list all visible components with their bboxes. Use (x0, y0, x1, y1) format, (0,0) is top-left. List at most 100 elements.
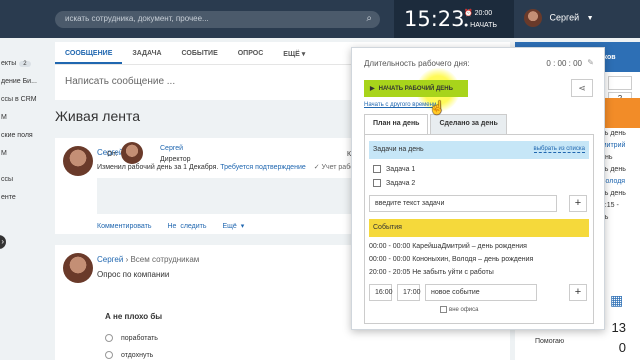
user-menu[interactable]: Сергей ▼ (524, 9, 594, 27)
workday-popup: Длительность рабочего дня: 0 : 00 : 00 ✎… (351, 47, 605, 330)
event-item[interactable]: 00:00 - 00:00 Кононыхин, Володя – день р… (369, 256, 533, 263)
sidebar-item-label: дение Би... (1, 78, 37, 85)
checkbox-icon[interactable] (373, 179, 381, 187)
event-item[interactable]: 00:00 - 00:00 КарейшаДмитрий – день рожд… (369, 243, 527, 250)
comment-link[interactable]: Комментировать (97, 223, 152, 230)
tasks-header: Задачи на день выбрать из списка (369, 141, 589, 159)
post-recipients: › Всем сотрудникам (125, 255, 200, 264)
poll-option-label: отдохнуть (121, 351, 154, 359)
play-icon: ▶ (370, 86, 375, 92)
event-start-time[interactable]: 16:00 (369, 284, 393, 301)
post-author[interactable]: Сергей (97, 255, 123, 264)
poll-option[interactable]: поработать (105, 334, 158, 342)
from-role: Директор (160, 156, 191, 163)
radio-icon[interactable] (105, 334, 113, 342)
stat-label: Помогаю (535, 338, 565, 345)
search-placeholder: искать сотрудника, документ, прочее... (65, 14, 209, 23)
add-event-button[interactable]: + (569, 284, 587, 301)
start-workday-button[interactable]: ▶ НАЧАТЬ РАБОЧИЙ ДЕНЬ (364, 80, 468, 97)
post-subject: Опрос по компании (97, 270, 170, 279)
events-header: События (369, 219, 589, 237)
sidebar-item-label: M (1, 114, 7, 121)
sidebar-item-label: енте (1, 194, 16, 201)
unfollow-link[interactable]: Не следить (167, 223, 206, 230)
page-title: Живая лента (55, 108, 141, 124)
sidebar-item-crm[interactable]: M (0, 114, 48, 132)
avatar (524, 9, 542, 27)
search-input[interactable]: искать сотрудника, документ, прочее... ⌕ (55, 11, 380, 28)
sidebar-item-business[interactable]: дение Би... (0, 78, 48, 96)
left-sidebar: екты 2 дение Би... ссы в CRM M ские поля … (0, 60, 48, 212)
poll-question: А не плохо бы (105, 312, 163, 321)
stat-count: 13 (611, 320, 626, 335)
sidebar-item-label: екты (1, 60, 17, 67)
hand-cursor-icon: ☝ (429, 100, 446, 115)
tab-task[interactable]: ЗАДАЧА (122, 42, 171, 64)
chevron-down-icon: ▼ (586, 15, 594, 23)
clock-time: 15:23 (404, 7, 465, 31)
tab-poll[interactable]: ОПРОС (228, 42, 274, 64)
from-label: От: (107, 151, 118, 158)
tab-more[interactable]: ЕЩЁ ▾ (273, 42, 315, 64)
top-bar: искать сотрудника, документ, прочее... ⌕… (0, 0, 640, 38)
stat-row[interactable]: Помогаю 0 (515, 338, 640, 358)
task-input[interactable]: введите текст задачи (369, 195, 557, 212)
clock-widget[interactable]: 15:23 ⏰ 20:00 ● НАЧАТЬ (394, 0, 514, 38)
event-item[interactable]: 20:00 - 20:05 Не забыть уйти с работы (369, 269, 494, 276)
plus-icon: + (574, 286, 582, 298)
post-text: Изменил рабочий день за 1 Декабря. Требу… (97, 163, 368, 171)
search-icon[interactable]: ⌕ (366, 13, 372, 24)
task-label: Задача 1 (386, 165, 416, 173)
outside-office-checkbox[interactable]: вне офиса (440, 306, 478, 313)
outside-office-label: вне офиса (449, 307, 479, 314)
calendar-icon[interactable]: ▦ (610, 292, 623, 309)
sidebar-item-m[interactable]: M (0, 150, 48, 168)
other-time-link[interactable]: Начать с другого времени (364, 102, 436, 108)
tab-plan[interactable]: План на день (364, 114, 429, 134)
sidebar-item-processes[interactable]: ссы (0, 176, 48, 194)
user-name: Сергей (549, 12, 580, 23)
popup-tabs: План на день Сделано за день (364, 114, 509, 134)
alarm-time: ⏰ 20:00 (464, 10, 493, 17)
plus-icon: + (574, 197, 582, 209)
task-item[interactable]: Задача 2 (373, 179, 415, 187)
choose-from-list-link[interactable]: выбрать из списка (533, 146, 585, 153)
event-input[interactable]: новое событие (425, 284, 537, 301)
share-button[interactable]: ⋖ (571, 79, 593, 97)
pencil-icon[interactable]: ✎ (587, 58, 594, 67)
start-day-link[interactable]: ● НАЧАТЬ (464, 22, 497, 29)
popup-body: Задачи на день выбрать из списка Задача … (364, 134, 594, 324)
post-actions: Комментировать Не следить Ещё ▾ (97, 222, 256, 230)
add-task-button[interactable]: + (569, 195, 587, 212)
sidebar-item-crm-processes[interactable]: ссы в CRM (0, 96, 48, 114)
tasks-header-label: Задачи на день (373, 146, 424, 153)
count-badge: 2 (19, 61, 31, 67)
task-item[interactable]: Задача 1 (373, 165, 415, 173)
poll-option[interactable]: отдохнуть (105, 351, 153, 359)
tab-done[interactable]: Сделано за день (430, 114, 507, 134)
avatar[interactable] (63, 253, 93, 283)
sidebar-item-label: ские поля (1, 132, 33, 139)
tab-event[interactable]: СОБЫТИЕ (172, 42, 228, 64)
avatar[interactable] (63, 146, 93, 176)
collapse-sidebar-button[interactable]: › (0, 235, 6, 249)
checkbox-icon[interactable] (440, 306, 447, 313)
sidebar-item-label: ссы (1, 176, 14, 183)
sidebar-item-label: ссы в CRM (1, 96, 37, 103)
counter-box[interactable] (608, 76, 632, 90)
approval-link[interactable]: Требуется подтверждение (220, 164, 305, 171)
event-end-time[interactable]: 17:00 (397, 284, 421, 301)
more-link[interactable]: Ещё ▾ (222, 223, 244, 230)
from-name[interactable]: Сергей (160, 145, 183, 152)
poll-option-label: поработать (121, 334, 158, 342)
radio-icon[interactable] (105, 351, 113, 359)
sidebar-item-custom-fields[interactable]: ские поля (0, 132, 48, 150)
task-label: Задача 2 (386, 179, 416, 187)
tab-message[interactable]: СООБЩЕНИЕ (55, 42, 123, 64)
stat-count: 0 (618, 340, 626, 355)
share-icon: ⋖ (578, 83, 586, 93)
sidebar-item-clients[interactable]: енте (0, 194, 48, 212)
sidebar-item-projects[interactable]: екты 2 (0, 60, 48, 78)
avatar (121, 142, 143, 164)
checkbox-icon[interactable] (373, 165, 381, 173)
